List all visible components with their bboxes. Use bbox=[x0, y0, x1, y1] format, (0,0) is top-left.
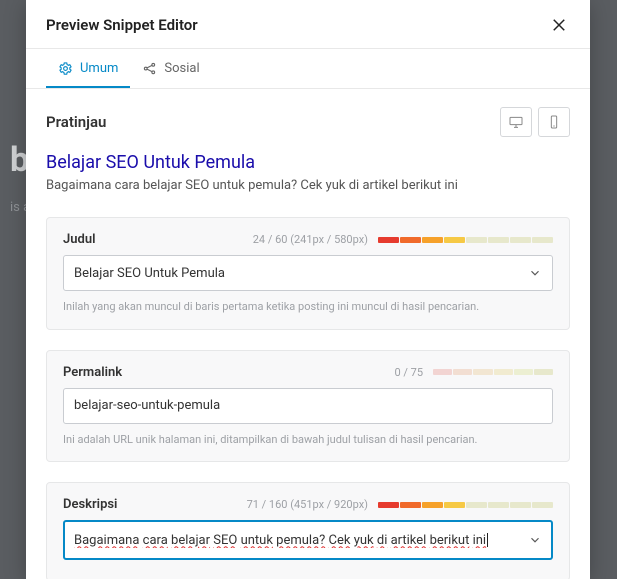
field-title-label: Judul bbox=[63, 232, 95, 247]
description-input-value: Bagaimana cara belajar SEO untuk pemula?… bbox=[74, 533, 528, 548]
modal-header: Preview Snippet Editor bbox=[26, 0, 590, 49]
field-description: Deskripsi 71 / 160 (451px / 920px) Bagai… bbox=[46, 482, 570, 579]
desktop-icon bbox=[508, 114, 524, 130]
title-input[interactable]: Belajar SEO Untuk Pemula bbox=[63, 255, 553, 291]
mobile-icon bbox=[546, 114, 562, 130]
serp-description: Bagaimana cara belajar SEO untuk pemula?… bbox=[46, 178, 570, 193]
modal-title: Preview Snippet Editor bbox=[46, 16, 198, 34]
share-icon bbox=[142, 61, 157, 76]
tab-social-label: Sosial bbox=[164, 61, 199, 76]
field-description-counter: 71 / 160 (451px / 920px) bbox=[247, 498, 368, 511]
field-permalink: Permalink 0 / 75 belajar-seo-untuk-pemul… bbox=[46, 350, 570, 462]
preview-label: Pratinjau bbox=[46, 113, 106, 131]
chevron-down-icon bbox=[528, 533, 542, 547]
preview-header: Pratinjau bbox=[46, 107, 570, 137]
permalink-input[interactable]: belajar-seo-untuk-pemula bbox=[63, 388, 553, 424]
field-title-help: Inilah yang akan muncul di baris pertama… bbox=[63, 299, 553, 314]
close-button[interactable] bbox=[548, 14, 570, 36]
device-desktop-button[interactable] bbox=[500, 107, 532, 137]
field-permalink-counter: 0 / 75 bbox=[394, 366, 423, 379]
close-icon bbox=[550, 16, 568, 34]
field-permalink-label: Permalink bbox=[63, 365, 122, 380]
title-input-value: Belajar SEO Untuk Pemula bbox=[74, 266, 528, 281]
field-permalink-gauge bbox=[433, 369, 553, 375]
field-title-gauge bbox=[378, 237, 553, 243]
serp-title: Belajar SEO Untuk Pemula bbox=[46, 151, 570, 174]
tab-bar: Umum Sosial bbox=[26, 49, 590, 89]
field-description-label: Deskripsi bbox=[63, 497, 117, 512]
permalink-input-value: belajar-seo-untuk-pemula bbox=[74, 398, 542, 413]
description-input[interactable]: Bagaimana cara belajar SEO untuk pemula?… bbox=[63, 520, 553, 560]
field-title: Judul 24 / 60 (241px / 580px) Belajar SE… bbox=[46, 217, 570, 329]
tab-general-label: Umum bbox=[80, 61, 118, 76]
device-toggle-group bbox=[500, 107, 570, 137]
field-permalink-help: Ini adalah URL unik halaman ini, ditampi… bbox=[63, 432, 553, 447]
field-title-counter: 24 / 60 (241px / 580px) bbox=[253, 233, 368, 246]
modal-body: Pratinjau Belajar SEO Untuk Pemula Bagai… bbox=[26, 89, 590, 579]
chevron-down-icon bbox=[528, 266, 542, 280]
gear-icon bbox=[58, 61, 73, 76]
field-description-gauge bbox=[378, 502, 553, 508]
tab-social[interactable]: Sosial bbox=[130, 49, 211, 88]
snippet-editor-modal: Preview Snippet Editor Umum Sosial Prati… bbox=[26, 0, 590, 579]
tab-general[interactable]: Umum bbox=[46, 49, 130, 88]
device-mobile-button[interactable] bbox=[538, 107, 570, 137]
